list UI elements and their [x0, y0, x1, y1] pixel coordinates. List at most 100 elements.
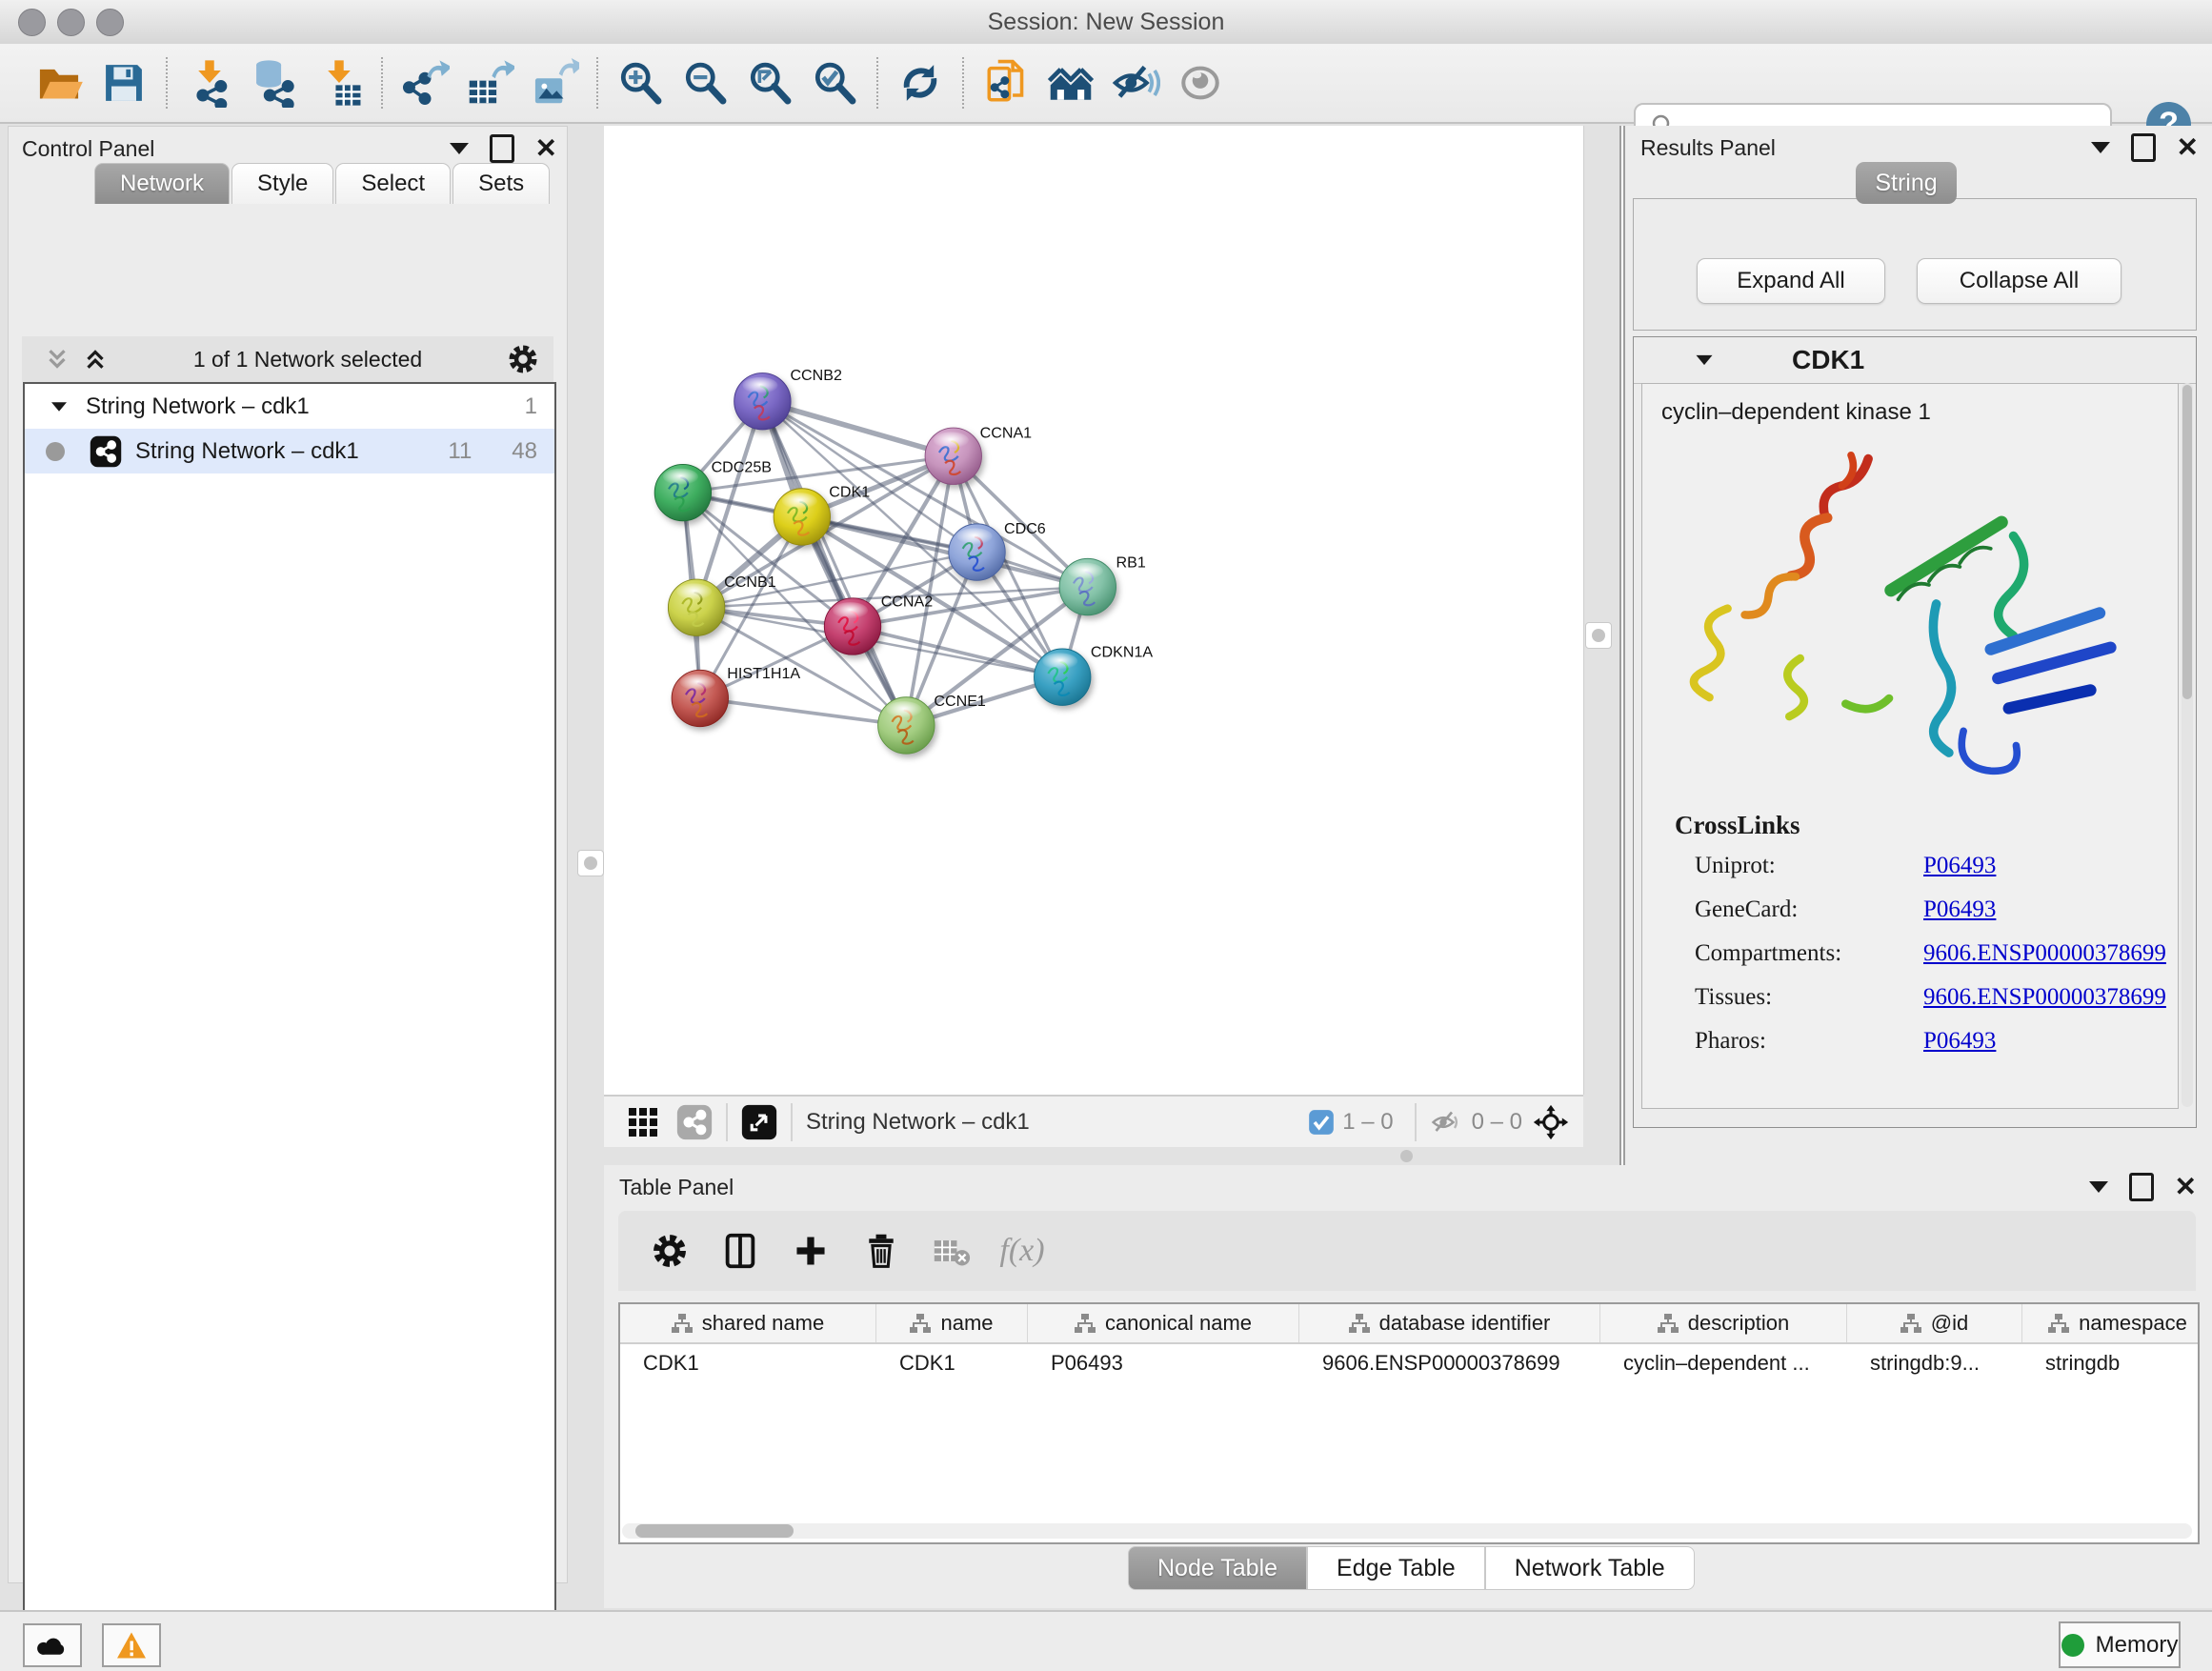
network-node-ccnb2 — [734, 373, 791, 430]
crosslink-link[interactable]: P06493 — [1923, 853, 1996, 879]
fit-selected-crosshair-icon[interactable] — [1532, 1103, 1570, 1141]
memory-button[interactable]: Memory — [2059, 1621, 2181, 1668]
control-panel-close-icon[interactable]: ✕ — [535, 135, 557, 162]
cytoscape-window: Session: New Session — [0, 0, 2212, 1671]
collapse-all-networks-icon[interactable] — [43, 345, 71, 373]
selected-checkbox-icon[interactable] — [1308, 1109, 1335, 1136]
column-header-namespace[interactable]: namespace — [2022, 1304, 2200, 1342]
import-network-from-database-icon[interactable] — [247, 55, 302, 111]
show-all-icon[interactable] — [1173, 55, 1228, 111]
function-builder-icon[interactable]: f(x) — [995, 1224, 1049, 1278]
table-cell[interactable]: CDK1 — [620, 1344, 876, 1382]
tab-style[interactable]: Style — [231, 163, 333, 204]
refresh-view-icon[interactable] — [893, 55, 948, 111]
tab-edge-table[interactable]: Edge Table — [1307, 1546, 1485, 1590]
collection-expand-icon[interactable] — [51, 402, 67, 412]
table-cell[interactable]: P06493 — [1028, 1344, 1299, 1382]
expand-all-button[interactable]: Expand All — [1697, 258, 1885, 304]
save-session-icon[interactable] — [96, 55, 151, 111]
control-panel: Control Panel ✕ Network Style Select Set… — [8, 126, 568, 1583]
bottom-splitter-handle[interactable] — [1394, 1149, 1418, 1162]
results-panel-close-icon[interactable]: ✕ — [2177, 134, 2199, 161]
expand-all-networks-icon[interactable] — [81, 345, 110, 373]
network-node-ccnb1 — [668, 579, 724, 635]
control-panel-title: Control Panel — [22, 136, 154, 162]
export-network-icon[interactable] — [397, 55, 452, 111]
table-cell[interactable]: stringdb:9... — [1847, 1344, 2022, 1382]
gene-collapse-icon[interactable] — [1697, 355, 1713, 365]
open-in-window-icon[interactable] — [741, 1104, 777, 1140]
column-header-name[interactable]: name — [876, 1304, 1028, 1342]
network-collection-row[interactable]: String Network – cdk1 1 — [25, 384, 554, 429]
node-label-hist1h1a: HIST1H1A — [727, 665, 800, 682]
column-header-description[interactable]: description — [1600, 1304, 1847, 1342]
crosslink-link[interactable]: 9606.ENSP00000378699 — [1923, 984, 2166, 1011]
add-column-icon[interactable] — [784, 1224, 837, 1278]
warning-status-button[interactable] — [102, 1623, 161, 1667]
export-image-icon[interactable] — [527, 55, 582, 111]
table-panel-float-icon[interactable] — [2129, 1173, 2154, 1201]
hidden-eye-slash-icon[interactable] — [1430, 1108, 1462, 1137]
crosslink-link[interactable]: P06493 — [1923, 896, 1996, 923]
delete-column-icon[interactable] — [855, 1224, 908, 1278]
column-header-shared-name[interactable]: shared name — [620, 1304, 876, 1342]
tab-network-table[interactable]: Network Table — [1485, 1546, 1695, 1590]
crosslink-link[interactable]: 9606.ENSP00000378699 — [1923, 940, 2166, 967]
memory-label: Memory — [2096, 1632, 2179, 1659]
first-neighbors-icon[interactable] — [1043, 55, 1098, 111]
zoom-in-icon[interactable] — [613, 55, 668, 111]
table-cell[interactable]: cyclin–dependent ... — [1600, 1344, 1847, 1382]
node-table[interactable]: shared namenamecanonical namedatabase id… — [618, 1302, 2200, 1544]
right-splitter-handle[interactable] — [1585, 622, 1612, 649]
table-toolbar: f(x) — [618, 1211, 2196, 1291]
crosslink-link[interactable]: P06493 — [1923, 1028, 1996, 1055]
table-options-gear-icon[interactable] — [643, 1224, 696, 1278]
network-type-share-icon[interactable] — [676, 1104, 713, 1140]
collapse-all-button[interactable]: Collapse All — [1917, 258, 2122, 304]
duplicate-network-icon[interactable] — [978, 55, 1034, 111]
tab-node-table[interactable]: Node Table — [1128, 1546, 1307, 1590]
left-splitter-handle[interactable] — [577, 850, 604, 876]
tab-network[interactable]: Network — [94, 163, 230, 204]
results-panel-float-icon[interactable] — [2131, 133, 2156, 162]
birds-eye-grid-icon[interactable] — [627, 1106, 659, 1138]
network-row[interactable]: String Network – cdk1 11 48 — [25, 429, 554, 473]
delete-table-icon[interactable] — [925, 1224, 978, 1278]
string-network-graph[interactable]: CCNB2CCNA1CDC25BCDK1CDC6RB1CCNB1CCNA2CDK… — [604, 126, 1583, 1095]
network-options-gear-icon[interactable] — [506, 342, 540, 376]
results-panel-menu-icon[interactable] — [2091, 142, 2110, 153]
open-session-icon[interactable] — [31, 55, 87, 111]
cloud-status-button[interactable] — [23, 1623, 82, 1667]
network-canvas[interactable]: CCNB2CCNA1CDC25BCDK1CDC6RB1CCNB1CCNA2CDK… — [604, 126, 1584, 1095]
table-panel-menu-icon[interactable] — [2089, 1181, 2108, 1193]
network-label: String Network – cdk1 — [135, 438, 359, 465]
table-cell[interactable]: CDK1 — [876, 1344, 1028, 1382]
control-panel-float-icon[interactable] — [490, 134, 514, 163]
network-share-icon — [90, 435, 122, 468]
results-scrollbar[interactable] — [2182, 383, 2193, 1107]
hide-selected-icon[interactable] — [1108, 55, 1163, 111]
export-table-icon[interactable] — [462, 55, 517, 111]
tab-sets[interactable]: Sets — [452, 163, 550, 204]
zoom-fit-icon[interactable] — [742, 55, 797, 111]
node-label-cdc6: CDC6 — [1004, 520, 1046, 537]
column-header-canonical-name[interactable]: canonical name — [1028, 1304, 1299, 1342]
control-panel-menu-icon[interactable] — [450, 143, 469, 154]
table-hscrollbar[interactable] — [622, 1523, 2192, 1539]
zoom-out-icon[interactable] — [677, 55, 733, 111]
results-controls-box: Expand All Collapse All — [1633, 198, 2197, 331]
table-row[interactable]: CDK1CDK1P064939606.ENSP00000378699cyclin… — [620, 1344, 2198, 1382]
table-cell[interactable]: stringdb — [2022, 1344, 2200, 1382]
column-header-database-identifier[interactable]: database identifier — [1299, 1304, 1600, 1342]
column-header--id[interactable]: @id — [1847, 1304, 2022, 1342]
table-panel-close-icon[interactable]: ✕ — [2175, 1174, 2197, 1200]
import-network-icon[interactable] — [182, 55, 237, 111]
tab-select[interactable]: Select — [335, 163, 451, 204]
import-table-icon[interactable] — [312, 55, 367, 111]
crosslink-label: GeneCard: — [1695, 896, 1798, 922]
show-columns-icon[interactable] — [714, 1224, 767, 1278]
tab-string[interactable]: String — [1856, 162, 1957, 204]
zoom-selected-icon[interactable] — [807, 55, 862, 111]
table-cell[interactable]: 9606.ENSP00000378699 — [1299, 1344, 1600, 1382]
network-node-ccna1 — [925, 428, 981, 484]
